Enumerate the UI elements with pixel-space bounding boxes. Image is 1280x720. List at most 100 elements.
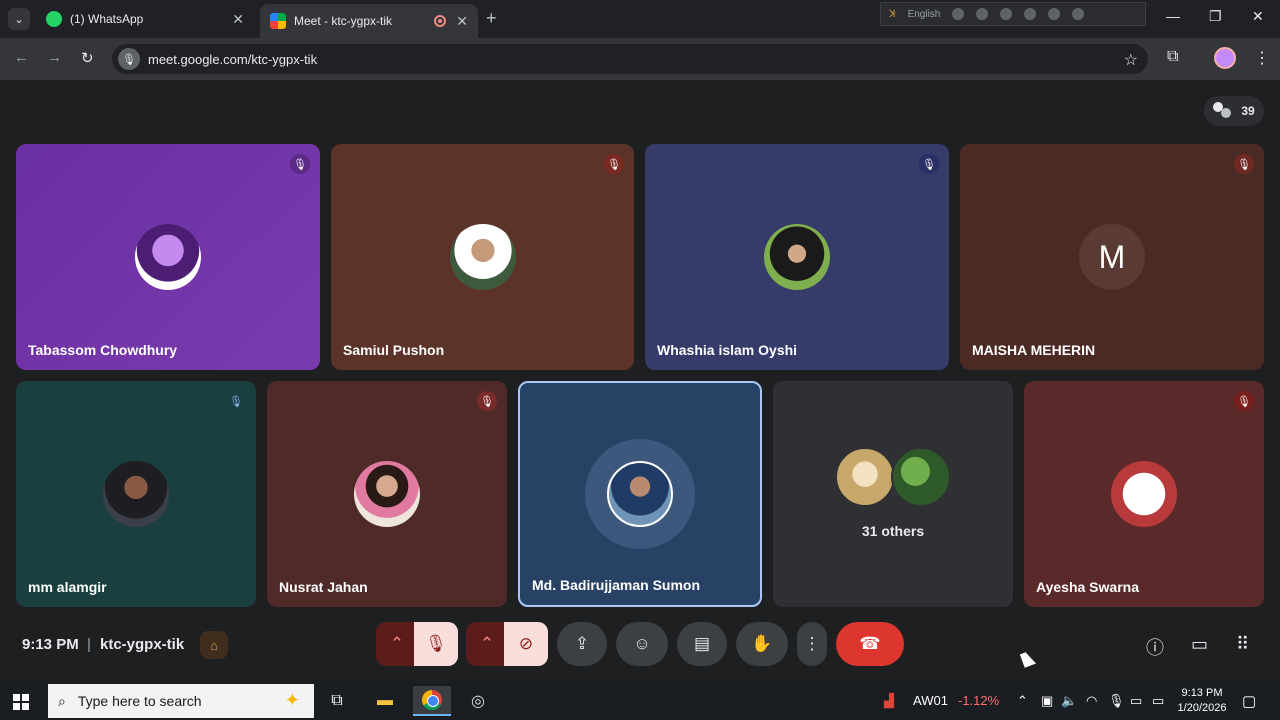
help-icon[interactable] — [1048, 8, 1061, 20]
close-tab-icon[interactable]: ✕ — [456, 13, 468, 30]
mic-off-icon: 🎙 — [919, 154, 939, 174]
toolbar-icon[interactable] — [976, 8, 989, 20]
avatar — [835, 447, 895, 507]
task-view-icon[interactable]: ⧉ — [318, 686, 356, 716]
volume-icon[interactable]: 🔈 — [1061, 693, 1077, 709]
participant-tile[interactable]: 🎙 Nusrat Jahan — [267, 381, 507, 607]
participant-tile[interactable]: 🎙 Tabassom Chowdhury — [16, 144, 320, 370]
chevron-up-icon: ⌃ — [479, 634, 495, 653]
participant-tile[interactable]: 🎙 mm alamgir — [16, 381, 256, 607]
microphone-toggle-button[interactable]: 🎙 — [414, 622, 458, 666]
file-explorer-icon[interactable]: ▬ — [366, 686, 404, 716]
mic-off-icon: 🎙 — [290, 154, 310, 174]
extensions-puzzle-icon[interactable]: ⧉ — [1167, 48, 1178, 66]
activities-grid-icon[interactable]: ⠿ — [1236, 634, 1249, 655]
reactions-button[interactable]: ☺ — [616, 622, 668, 666]
back-arrow-icon[interactable]: ← — [14, 49, 29, 66]
video-options-button[interactable]: ⌃ — [466, 622, 508, 666]
recording-indicator-icon — [434, 15, 447, 27]
meet-tray-icon[interactable]: ▣ — [1041, 693, 1053, 709]
mic-off-icon: 🎙 — [477, 391, 497, 411]
tab-whatsapp[interactable]: (1) WhatsApp ✕ — [36, 6, 254, 32]
avatar — [135, 224, 201, 290]
taskbar-clock[interactable]: 9:13 PM 1/20/2026 — [1168, 686, 1236, 716]
participant-name: Ayesha Swarna — [1036, 579, 1139, 595]
language-indicator[interactable]: English — [908, 9, 941, 20]
participant-tile[interactable]: 🎙 Samiul Pushon — [331, 144, 634, 370]
browser-tab-strip: ⌄ (1) WhatsApp ✕ Meet - ktc-ygpx-tik ✕ +… — [0, 0, 1280, 38]
address-bar[interactable]: 🎙 meet.google.com/ktc-ygpx-tik ☆ — [112, 44, 1148, 74]
edge-icon[interactable] — [1024, 8, 1037, 20]
stock-symbol[interactable]: AW01 — [913, 693, 948, 708]
others-tile[interactable]: 31 others — [773, 381, 1013, 607]
wifi-icon[interactable]: ◠ — [1086, 693, 1097, 709]
avatar — [1111, 461, 1177, 527]
windows-start-icon[interactable] — [13, 694, 29, 710]
notifications-icon[interactable]: ▢ — [1242, 692, 1256, 710]
avatar — [103, 461, 169, 527]
search-highlight-icon: ✦ — [284, 690, 300, 710]
input-method-icon[interactable]: ꓘ — [889, 9, 896, 20]
host-controls-icon[interactable]: ⌂ — [200, 631, 228, 659]
minimize-button[interactable]: — — [1166, 8, 1180, 24]
others-count-label: 31 others — [861, 523, 925, 539]
whatsapp-icon — [46, 11, 62, 27]
tab-meet[interactable]: Meet - ktc-ygpx-tik ✕ — [260, 4, 478, 38]
browser-toolbar: ← → ↻ 🎙 meet.google.com/ktc-ygpx-tik ☆ ⧉… — [0, 38, 1280, 80]
participant-tile[interactable]: 🎙 M MAISHA MEHERIN — [960, 144, 1264, 370]
toolbar-icon[interactable] — [952, 8, 965, 20]
avatar — [607, 461, 673, 527]
divider: | — [87, 636, 91, 653]
participant-name: Whashia islam Oyshi — [657, 342, 798, 358]
chat-icon[interactable]: ▭ — [1191, 634, 1208, 655]
close-tab-icon[interactable]: ✕ — [232, 11, 244, 28]
camera-toggle-button[interactable]: ⊘ — [504, 622, 548, 666]
participant-tile[interactable]: 🎙 Whashia islam Oyshi — [645, 144, 949, 370]
bookmark-star-icon[interactable]: ☆ — [1124, 50, 1138, 70]
more-options-button[interactable]: ⋮ — [797, 622, 827, 666]
raise-hand-button[interactable]: ✋ — [736, 622, 788, 666]
mic-off-icon: 🎙 — [604, 154, 624, 174]
battery-icon[interactable]: ▭ — [1152, 693, 1164, 709]
forward-arrow-icon[interactable]: → — [47, 49, 62, 66]
restore-button[interactable]: ❐ — [1209, 8, 1222, 25]
info-icon[interactable] — [1072, 8, 1085, 20]
tab-search-button[interactable]: ⌄ — [8, 8, 30, 30]
participant-name: Nusrat Jahan — [279, 579, 368, 595]
participant-tile-active-speaker[interactable]: Md. Badirujjaman Sumon — [518, 381, 762, 607]
show-hidden-icons-chevron-icon[interactable]: ⌃ — [1017, 693, 1028, 709]
language-toolbar: ꓘ English — [880, 2, 1146, 26]
reload-icon[interactable]: ↻ — [81, 49, 94, 67]
search-placeholder: Type here to search — [77, 693, 202, 709]
new-tab-button[interactable]: + — [486, 8, 497, 29]
present-screen-icon: ⇪ — [574, 634, 590, 653]
profile-avatar[interactable] — [1214, 47, 1236, 69]
clock-date: 1/20/2026 — [1177, 702, 1227, 714]
mic-off-icon: 🎙 — [229, 395, 243, 408]
participant-name: Tabassom Chowdhury — [28, 342, 178, 358]
microphone-tray-icon[interactable]: 🎙 — [1108, 693, 1125, 709]
url-text[interactable]: meet.google.com/ktc-ygpx-tik — [148, 52, 317, 67]
chrome-taskbar-button[interactable] — [413, 686, 451, 716]
close-window-button[interactable]: ✕ — [1252, 8, 1264, 25]
captions-button[interactable]: ▤ — [677, 622, 727, 666]
meeting-details-info-icon[interactable]: ⓘ — [1146, 634, 1164, 660]
others-avatars — [835, 447, 955, 509]
avatar — [449, 224, 516, 290]
network-icon[interactable]: ▭ — [1130, 693, 1142, 709]
participant-name: Md. Badirujjaman Sumon — [532, 577, 701, 593]
participant-name: mm alamgir — [28, 579, 107, 595]
settings-icon[interactable] — [1000, 8, 1013, 20]
participant-tile[interactable]: 🎙 Ayesha Swarna — [1024, 381, 1264, 607]
taskbar-search-box[interactable]: ⌕ Type here to search ✦ — [48, 684, 314, 718]
more-menu-icon[interactable]: ⋮ — [1254, 48, 1270, 68]
participant-count-button[interactable]: 39 — [1204, 96, 1264, 126]
microphone-in-use-icon[interactable]: 🎙 — [118, 48, 140, 70]
audio-options-button[interactable]: ⌃ — [376, 622, 418, 666]
stock-widget-icon[interactable]: ▟ — [884, 693, 894, 709]
clock-time: 9:13 PM — [1181, 687, 1223, 699]
present-screen-button[interactable]: ⇪ — [557, 622, 607, 666]
captions-icon: ▤ — [693, 634, 711, 653]
recorder-app-icon[interactable]: ◎ — [459, 686, 497, 716]
leave-call-button[interactable]: ☎ — [836, 622, 904, 666]
